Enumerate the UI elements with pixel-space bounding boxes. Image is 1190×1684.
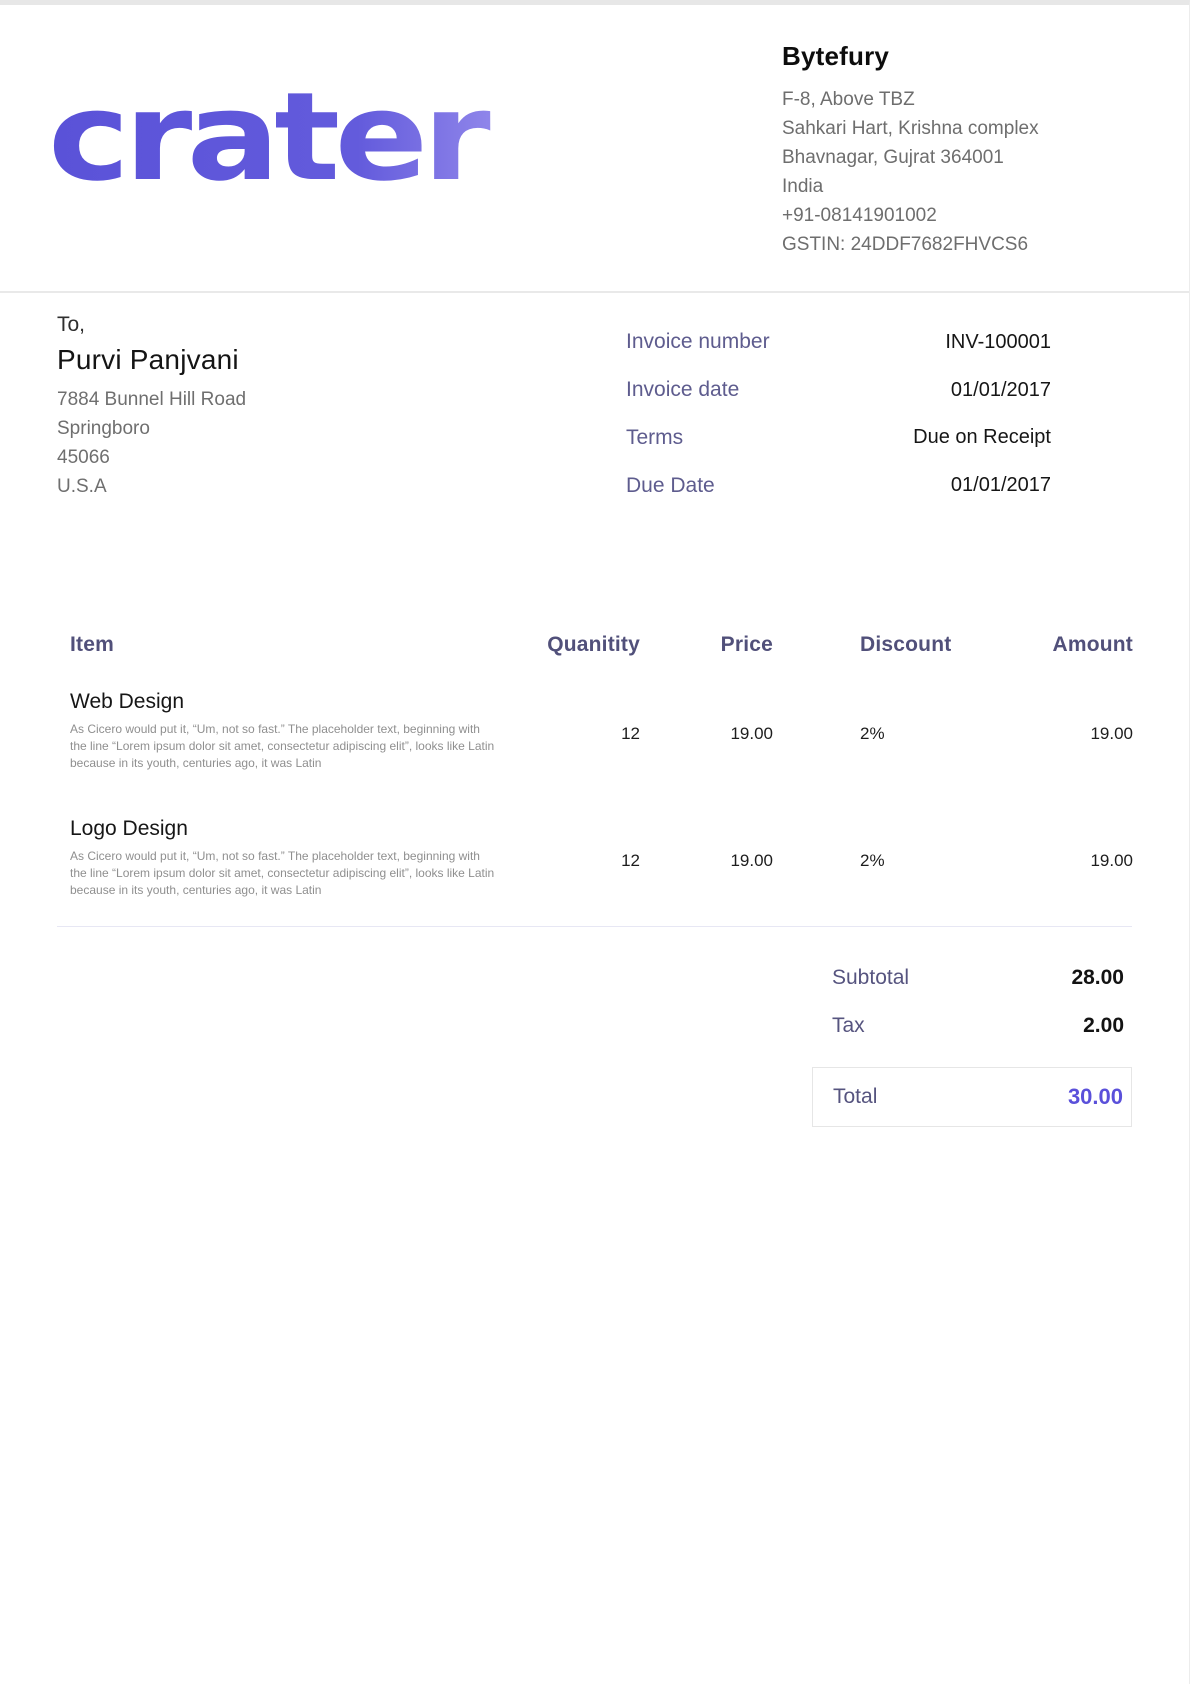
item-price: 19.00: [640, 724, 773, 744]
item-quantity-cell: 12: [497, 657, 640, 772]
item-title: Web Design: [70, 690, 497, 714]
table-bottom-divider: [57, 926, 1132, 927]
item-title: Logo Design: [70, 817, 497, 841]
item-discount: 2%: [860, 851, 967, 871]
subtotal-label: Subtotal: [832, 966, 909, 990]
terms-value: Due on Receipt: [770, 426, 1051, 449]
invoice-date-label: Invoice date: [626, 378, 770, 402]
item-price: 19.00: [640, 851, 773, 871]
company-gstin: GSTIN: 24DDF7682FHVCS6: [782, 230, 1132, 259]
company-name: Bytefury: [782, 41, 1132, 72]
company-address-line: F-8, Above TBZ: [782, 85, 1132, 114]
item-price-cell: 19.00: [640, 657, 773, 772]
company-address-line: Bhavnagar, Gujrat 364001: [782, 143, 1132, 172]
item-amount-cell: 19.00: [967, 772, 1133, 899]
billing-section: To, Purvi Panjvani 7884 Bunnel Hill Road…: [57, 313, 1132, 501]
crater-logo-image: crater: [48, 77, 485, 195]
item-row: Web Design As Cicero would put it, “Um, …: [57, 657, 1133, 772]
item-description: As Cicero would put it, “Um, not so fast…: [70, 721, 496, 772]
item-price-cell: 19.00: [640, 772, 773, 899]
item-amount: 19.00: [967, 724, 1133, 744]
recipient-address-line: U.S.A: [57, 472, 246, 501]
company-address-line: Sahkari Hart, Krishna complex: [782, 114, 1132, 143]
crater-logo: crater: [48, 35, 485, 291]
total-value: 30.00: [1068, 1084, 1123, 1110]
invoice-page: crater Bytefury F-8, Above TBZ Sahkari H…: [0, 0, 1190, 1684]
subtotal-row: Subtotal 28.00: [812, 966, 1132, 990]
crater-logo-text: crater: [48, 66, 490, 208]
due-date-label: Due Date: [626, 474, 770, 498]
terms-label: Terms: [626, 426, 770, 450]
recipient-address-line: 7884 Bunnel Hill Road: [57, 385, 246, 414]
total-label: Total: [833, 1085, 877, 1109]
subtotal-value: 28.00: [1071, 966, 1124, 990]
item-cell: Logo Design As Cicero would put it, “Um,…: [57, 772, 497, 899]
company-info: Bytefury F-8, Above TBZ Sahkari Hart, Kr…: [782, 35, 1132, 291]
item-discount: 2%: [860, 724, 967, 744]
total-box: Total 30.00: [812, 1067, 1132, 1127]
due-date-value: 01/01/2017: [770, 474, 1051, 497]
company-address-line: India: [782, 172, 1132, 201]
company-phone: +91-08141901002: [782, 201, 1132, 230]
invoice-date-value: 01/01/2017: [770, 379, 1051, 402]
tax-value: 2.00: [1083, 1014, 1124, 1038]
invoice-meta: Invoice number INV-100001 Invoice date 0…: [626, 327, 1051, 501]
item-cell: Web Design As Cicero would put it, “Um, …: [57, 657, 497, 772]
item-discount-cell: 2%: [773, 657, 967, 772]
invoice-number-value: INV-100001: [770, 331, 1051, 354]
invoice-body: To, Purvi Panjvani 7884 Bunnel Hill Road…: [0, 313, 1189, 1127]
column-header-item: Item: [57, 633, 497, 657]
item-quantity: 12: [497, 724, 640, 744]
column-header-price: Price: [640, 633, 773, 657]
item-row: Logo Design As Cicero would put it, “Um,…: [57, 772, 1133, 899]
item-description: As Cicero would put it, “Um, not so fast…: [70, 848, 496, 899]
item-amount-cell: 19.00: [967, 657, 1133, 772]
recipient-address-line: Springboro: [57, 414, 246, 443]
items-table-header-row: Item Quanitity Price Discount Amount: [57, 633, 1133, 657]
tax-row: Tax 2.00: [812, 1014, 1132, 1038]
totals-section: Subtotal 28.00 Tax 2.00 Total 30.00: [812, 966, 1132, 1127]
item-quantity: 12: [497, 851, 640, 871]
tax-label: Tax: [832, 1014, 865, 1038]
recipient-address-line: 45066: [57, 443, 246, 472]
item-quantity-cell: 12: [497, 772, 640, 899]
column-header-discount: Discount: [773, 633, 967, 657]
column-header-amount: Amount: [967, 633, 1133, 657]
bill-to-block: To, Purvi Panjvani 7884 Bunnel Hill Road…: [57, 313, 246, 501]
invoice-header: crater Bytefury F-8, Above TBZ Sahkari H…: [0, 5, 1189, 293]
recipient-name: Purvi Panjvani: [57, 344, 246, 376]
item-amount: 19.00: [967, 851, 1133, 871]
item-discount-cell: 2%: [773, 772, 967, 899]
column-header-quantity: Quanitity: [497, 633, 640, 657]
items-table: Item Quanitity Price Discount Amount Web…: [57, 633, 1133, 899]
invoice-number-label: Invoice number: [626, 330, 770, 354]
to-label: To,: [57, 313, 246, 337]
